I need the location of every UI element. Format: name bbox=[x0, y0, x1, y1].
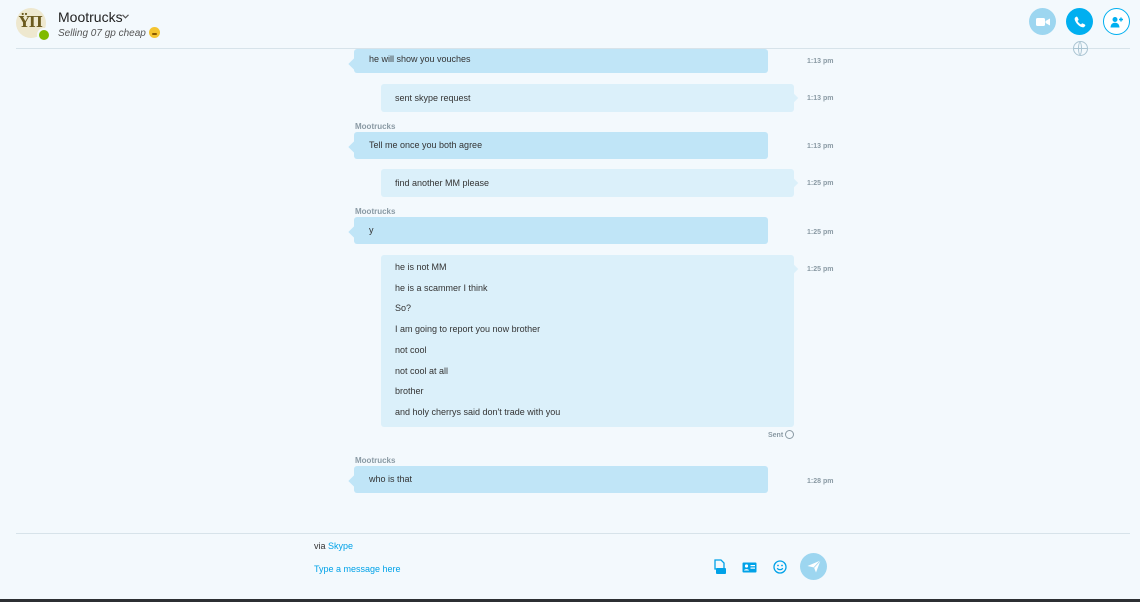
via-skype: via Skype bbox=[314, 541, 353, 551]
message-sender: Mootrucks bbox=[355, 207, 396, 216]
add-person-icon bbox=[1110, 16, 1123, 27]
sent-status-text: Sent bbox=[768, 432, 784, 439]
sent-check-icon bbox=[785, 430, 795, 439]
audio-call-button[interactable] bbox=[1066, 8, 1093, 35]
add-people-button[interactable] bbox=[1103, 8, 1130, 35]
via-skype-link[interactable]: Skype bbox=[328, 541, 353, 551]
incoming-message[interactable]: y bbox=[354, 217, 768, 244]
via-prefix: via bbox=[314, 541, 326, 551]
contact-card-icon bbox=[742, 562, 756, 572]
message-text: and holy cherrys said don't trade with y… bbox=[395, 406, 561, 417]
message-input[interactable] bbox=[314, 562, 674, 576]
message-text: y bbox=[369, 225, 374, 235]
mood-text: Selling 07 gp cheap bbox=[58, 28, 146, 39]
emoticon-icon bbox=[773, 560, 787, 574]
message-text: he is a scammer I think bbox=[395, 282, 488, 293]
message-timestamp: 1:13 pm bbox=[807, 58, 834, 65]
incoming-message[interactable]: Tell me once you both agree bbox=[354, 132, 768, 159]
message-timestamp: 1:25 pm bbox=[807, 180, 834, 187]
outgoing-message[interactable]: sent skype request bbox=[381, 84, 794, 112]
incoming-message[interactable]: who is that bbox=[354, 466, 768, 493]
video-call-button[interactable] bbox=[1029, 8, 1056, 35]
contact-card-button[interactable] bbox=[741, 559, 757, 575]
file-share-icon bbox=[714, 559, 726, 574]
file-share-button[interactable] bbox=[712, 559, 728, 575]
message-sender: Mootrucks bbox=[355, 456, 396, 465]
outgoing-message[interactable]: find another MM please bbox=[381, 169, 794, 197]
conversation-header: ŸΠ Mootrucks Selling 07 gp cheap bbox=[0, 0, 1140, 48]
contact-avatar[interactable]: ŸΠ bbox=[16, 8, 51, 42]
message-text: who is that bbox=[369, 474, 413, 484]
message-text: brother bbox=[395, 386, 424, 397]
video-call-icon bbox=[1035, 17, 1050, 26]
online-check-icon bbox=[37, 28, 51, 42]
phone-call-icon bbox=[1074, 16, 1085, 27]
contact-name[interactable]: Mootrucks bbox=[58, 9, 123, 25]
grin-emoji-icon bbox=[148, 27, 160, 38]
globe-icon[interactable] bbox=[1073, 41, 1088, 56]
message-timestamp: 1:25 pm bbox=[807, 229, 834, 236]
message-text: not cool at all bbox=[395, 365, 449, 376]
send-icon bbox=[807, 560, 821, 573]
outgoing-message[interactable]: he is not MM he is a scammer I think So?… bbox=[381, 255, 794, 427]
message-timestamp: 1:25 pm bbox=[807, 266, 834, 273]
contact-avatar-icon: ŸΠ bbox=[19, 13, 43, 31]
message-text: not cool bbox=[395, 344, 427, 355]
message-text: he will show you vouches bbox=[369, 54, 471, 64]
mood-message: Selling 07 gp cheap bbox=[58, 27, 160, 39]
message-text: I am going to report you now brother bbox=[395, 324, 541, 335]
message-sender: Mootrucks bbox=[355, 122, 396, 131]
message-text: sent skype request bbox=[395, 93, 471, 103]
message-text: So? bbox=[395, 303, 412, 314]
chevron-down-icon[interactable] bbox=[122, 11, 129, 21]
message-text: Tell me once you both agree bbox=[369, 140, 483, 150]
incoming-message[interactable]: he will show you vouches bbox=[354, 49, 768, 73]
sent-status: Sent bbox=[768, 430, 795, 439]
message-timestamp: 1:13 pm bbox=[807, 143, 834, 150]
message-text: he is not MM bbox=[395, 262, 447, 272]
composer-divider bbox=[16, 533, 1130, 534]
message-text: find another MM please bbox=[395, 178, 490, 188]
emoticon-button[interactable] bbox=[772, 559, 788, 575]
message-timestamp: 1:28 pm bbox=[807, 478, 834, 485]
message-timestamp: 1:13 pm bbox=[807, 95, 834, 102]
send-button[interactable] bbox=[800, 553, 827, 580]
